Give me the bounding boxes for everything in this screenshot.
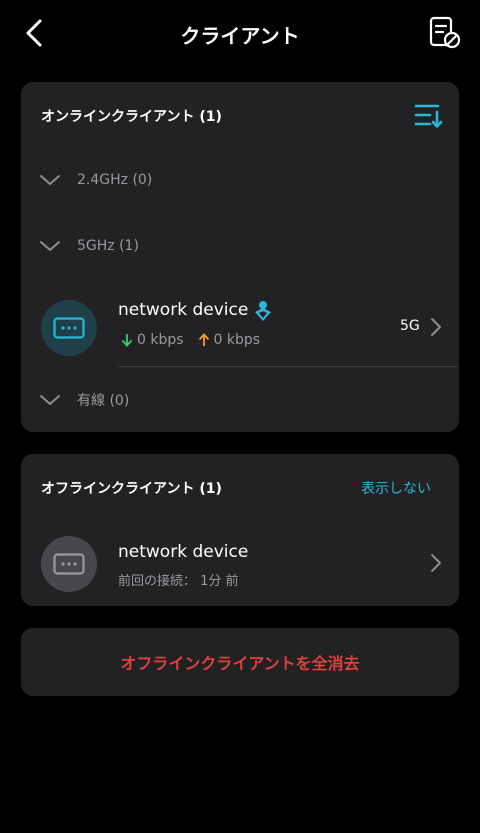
offline-clients-card: オフラインクライアント (1) 表示しない network device 前回の… (21, 454, 459, 606)
top-bar: クライアント (0, 0, 480, 66)
sort-list-icon[interactable] (413, 100, 445, 132)
band-group-label: 有線 (0) (77, 393, 130, 409)
device-avatar (41, 300, 97, 356)
clear-offline-button[interactable]: オフラインクライアントを全消去 (21, 628, 459, 696)
upload-value: 0 kbps (213, 332, 261, 348)
offline-device-row[interactable]: network device 前回の接続： 1分 前 (21, 522, 459, 602)
download-speed: 0 kbps (121, 332, 184, 348)
page-title: クライアント (180, 24, 300, 48)
chevron-down-icon (40, 395, 60, 405)
chevron-right-icon (431, 554, 441, 572)
online-section-title: オンラインクライアント (1) (41, 109, 222, 125)
online-device-row[interactable]: network device 0 kbps 0 kbps 5G (21, 286, 459, 368)
online-clients-card: オンラインクライアント (1) 2.4GHz (0) 5GHz (1) netw… (21, 82, 459, 432)
row-divider (118, 366, 459, 367)
device-band: 5G (400, 318, 420, 334)
last-connected: 前回の接続： 1分 前 (118, 574, 239, 589)
band-group-5g[interactable]: 5GHz (1) (39, 232, 139, 260)
band-group-label: 2.4GHz (0) (77, 172, 153, 188)
device-name: network device (118, 542, 249, 562)
document-block-icon[interactable] (428, 16, 462, 50)
band-group-wired[interactable]: 有線 (0) (39, 386, 129, 414)
clear-offline-label: オフラインクライアントを全消去 (120, 654, 360, 673)
chevron-down-icon (40, 241, 60, 251)
device-speed: 0 kbps 0 kbps (121, 332, 274, 348)
band-group-2g[interactable]: 2.4GHz (0) (39, 166, 152, 194)
device-name: network device (118, 300, 249, 320)
arrow-up-icon (198, 333, 209, 346)
person-badge-icon (255, 301, 271, 321)
download-value: 0 kbps (137, 332, 184, 348)
chevron-right-icon (431, 318, 441, 336)
device-avatar (41, 536, 97, 592)
offline-section-title: オフラインクライアント (1) (41, 481, 222, 497)
chevron-down-icon (40, 175, 60, 185)
arrow-down-icon (121, 334, 133, 347)
device-icon (53, 317, 85, 339)
upload-speed: 0 kbps (198, 332, 261, 348)
band-group-label: 5GHz (1) (77, 238, 139, 254)
device-icon (53, 553, 85, 575)
hide-offline-button[interactable]: 表示しない (361, 478, 431, 498)
